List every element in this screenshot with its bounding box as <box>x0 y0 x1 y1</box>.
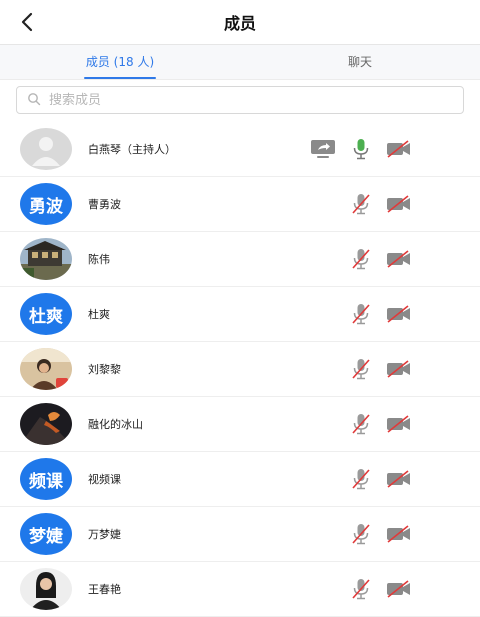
member-row[interactable]: 杜爽 杜爽 <box>0 287 480 342</box>
microphone-off-icon[interactable] <box>348 576 374 602</box>
camera-off-icon[interactable] <box>386 411 412 437</box>
avatar-photo-person <box>20 348 72 390</box>
avatar-default-person <box>20 128 72 170</box>
member-row[interactable]: 梦婕 万梦婕 <box>0 507 480 562</box>
avatar-photo-volcano <box>20 403 72 445</box>
member-name: 视频课 <box>88 473 121 486</box>
back-chevron-icon[interactable] <box>16 10 40 34</box>
camera-off-icon[interactable] <box>386 246 412 272</box>
member-name: 白燕琴（主持人） <box>88 143 176 156</box>
member-name: 融化的冰山 <box>88 418 143 431</box>
camera-off-icon[interactable] <box>386 356 412 382</box>
member-controls <box>336 507 412 561</box>
member-controls <box>336 452 412 506</box>
member-name: 曹勇波 <box>88 198 121 211</box>
avatar-text: 频课 <box>20 458 72 500</box>
member-list: 白燕琴（主持人） 勇波 曹勇波 陈伟 杜爽 杜爽 刘黎黎 融化的冰山 频课 视频… <box>0 122 480 617</box>
member-row[interactable]: 陈伟 <box>0 232 480 287</box>
tab-chat[interactable]: 聊天 <box>240 45 480 79</box>
microphone-off-icon[interactable] <box>348 356 374 382</box>
member-row[interactable]: 勇波 曹勇波 <box>0 177 480 232</box>
microphone-off-icon[interactable] <box>348 466 374 492</box>
tab-members[interactable]: 成员 (18 人) <box>0 45 240 79</box>
camera-off-icon[interactable] <box>386 576 412 602</box>
member-controls <box>336 232 412 286</box>
avatar-photo-building <box>20 238 72 280</box>
search-icon <box>27 91 41 110</box>
camera-off-icon[interactable] <box>386 136 412 162</box>
member-name: 王春艳 <box>88 583 121 596</box>
camera-off-icon[interactable] <box>386 466 412 492</box>
search-area <box>0 80 480 122</box>
member-name: 陈伟 <box>88 253 110 266</box>
camera-off-icon[interactable] <box>386 301 412 327</box>
search-box[interactable] <box>16 86 464 114</box>
camera-off-icon[interactable] <box>386 521 412 547</box>
microphone-on-icon[interactable] <box>348 136 374 162</box>
avatar-text: 杜爽 <box>20 293 72 335</box>
page-title: 成员 <box>223 14 256 33</box>
member-controls <box>336 177 412 231</box>
member-name: 杜爽 <box>88 308 110 321</box>
microphone-off-icon[interactable] <box>348 301 374 327</box>
member-controls <box>298 122 412 176</box>
member-name: 万梦婕 <box>88 528 121 541</box>
member-controls <box>336 342 412 396</box>
screen-share-icon[interactable] <box>310 136 336 162</box>
member-controls <box>336 562 412 616</box>
member-name: 刘黎黎 <box>88 363 121 376</box>
member-row[interactable]: 频课 视频课 <box>0 452 480 507</box>
member-row[interactable]: 白燕琴（主持人） <box>0 122 480 177</box>
microphone-off-icon[interactable] <box>348 521 374 547</box>
avatar-text: 勇波 <box>20 183 72 225</box>
camera-off-icon[interactable] <box>386 191 412 217</box>
avatar-text: 梦婕 <box>20 513 72 555</box>
tab-bar: 成员 (18 人) 聊天 <box>0 45 480 80</box>
search-input[interactable] <box>47 91 453 109</box>
member-row[interactable]: 王春艳 <box>0 562 480 617</box>
microphone-off-icon[interactable] <box>348 411 374 437</box>
top-bar: 成员 <box>0 0 480 45</box>
microphone-off-icon[interactable] <box>348 191 374 217</box>
microphone-off-icon[interactable] <box>348 246 374 272</box>
member-row[interactable]: 刘黎黎 <box>0 342 480 397</box>
avatar-photo-woman <box>20 568 72 610</box>
member-row[interactable]: 融化的冰山 <box>0 397 480 452</box>
member-controls <box>336 397 412 451</box>
member-controls <box>336 287 412 341</box>
